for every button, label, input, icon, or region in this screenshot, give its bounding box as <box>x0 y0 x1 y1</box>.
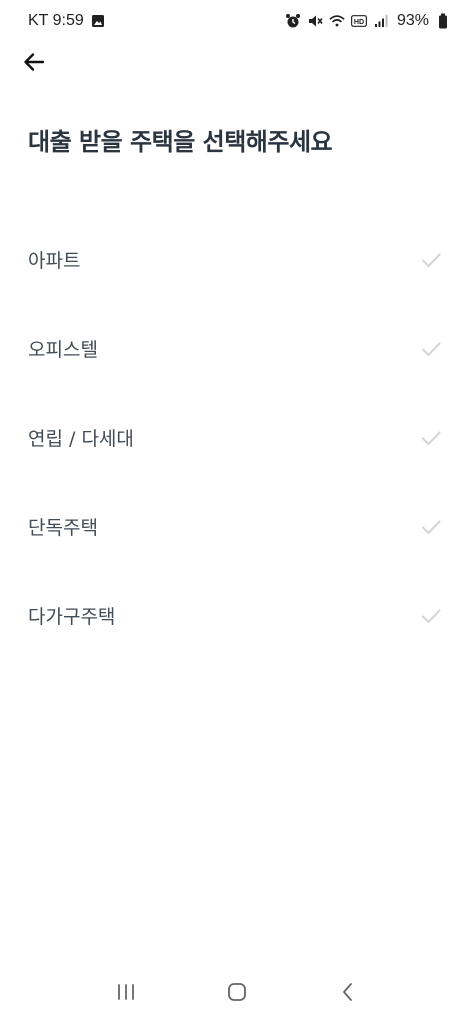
house-type-list: 아파트 오피스텔 연립 / 다세대 단독주택 다가구주택 <box>0 215 473 660</box>
wifi-icon <box>329 13 345 29</box>
home-button[interactable] <box>217 974 257 1014</box>
back-icon <box>338 981 358 1007</box>
carrier-time: KT 9:59 <box>28 12 84 29</box>
system-nav-bar <box>0 964 473 1024</box>
check-icon <box>419 604 443 628</box>
check-icon <box>419 426 443 450</box>
option-label: 오피스텔 <box>28 339 98 361</box>
page-title: 대출 받을 주택을 선택해주세요 <box>28 128 333 156</box>
hd-icon: HD <box>351 13 367 29</box>
svg-text:HD: HD <box>354 18 364 26</box>
battery-percent: 93% <box>396 12 429 29</box>
option-villa-multiplex[interactable]: 연립 / 다세대 <box>0 393 473 482</box>
option-officetel[interactable]: 오피스텔 <box>0 304 473 393</box>
status-left: KT 9:59 <box>28 12 106 30</box>
status-bar: KT 9:59 HD 93% <box>0 0 473 42</box>
option-detached-house[interactable]: 단독주택 <box>0 482 473 571</box>
recent-apps-button[interactable] <box>106 974 146 1014</box>
battery-icon <box>435 13 451 29</box>
home-icon <box>226 981 248 1007</box>
check-icon <box>419 337 443 361</box>
arrow-left-icon <box>21 49 47 79</box>
mute-icon <box>307 13 323 29</box>
option-label: 다가구주택 <box>28 606 116 628</box>
option-label: 단독주택 <box>28 517 98 539</box>
alarm-icon <box>285 13 301 29</box>
gallery-icon <box>90 13 106 29</box>
option-apartment[interactable]: 아파트 <box>0 215 473 304</box>
option-label: 연립 / 다세대 <box>28 428 134 450</box>
option-label: 아파트 <box>28 250 81 272</box>
option-multi-family-house[interactable]: 다가구주택 <box>0 571 473 660</box>
check-icon <box>419 515 443 539</box>
system-back-button[interactable] <box>328 974 368 1014</box>
signal-icon <box>373 13 389 29</box>
status-right: HD 93% <box>285 12 451 30</box>
recent-apps-icon <box>115 982 137 1006</box>
check-icon <box>419 248 443 272</box>
back-button[interactable] <box>18 48 50 80</box>
